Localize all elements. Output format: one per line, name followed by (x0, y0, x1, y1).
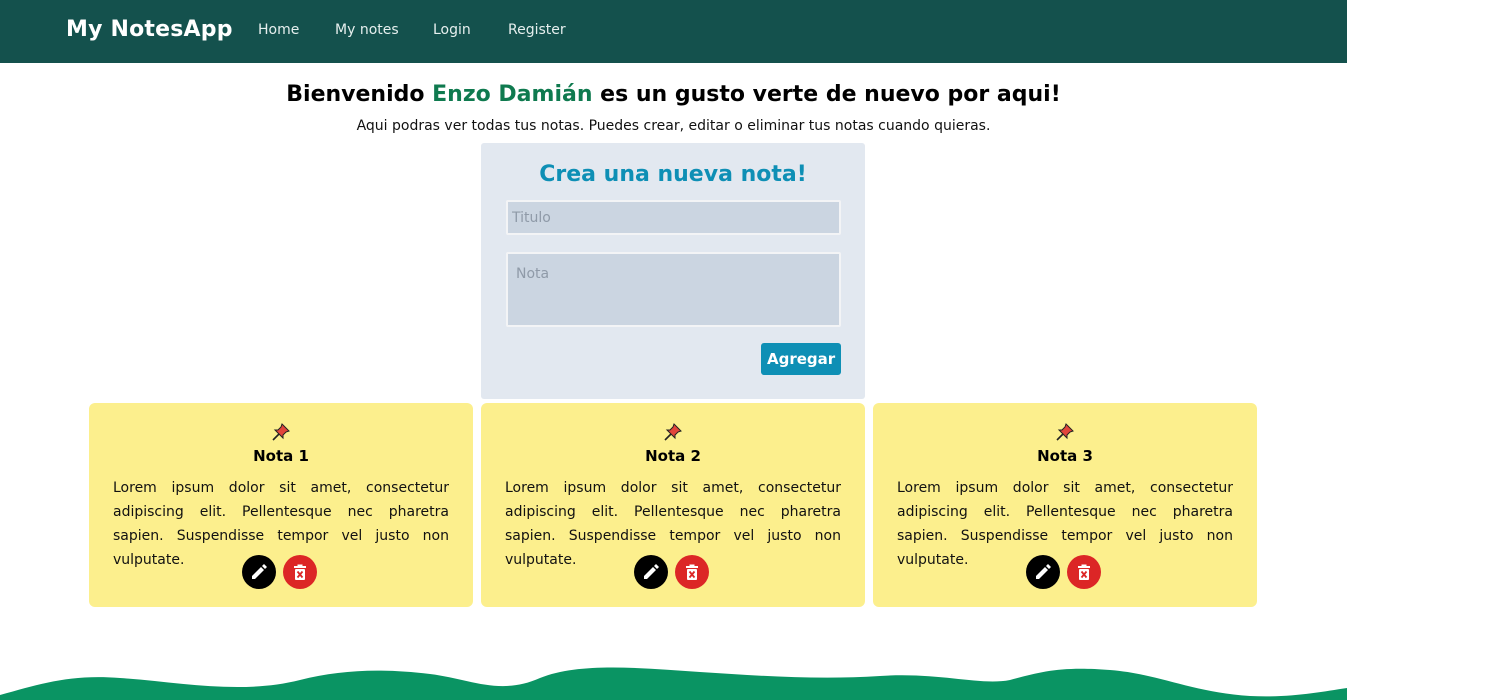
trash-icon (1078, 564, 1090, 580)
trash-icon (686, 564, 698, 580)
note-body-input[interactable] (506, 252, 841, 327)
pushpin-icon (272, 423, 290, 441)
pushpin-icon (664, 423, 682, 441)
note-body: Lorem ipsum dolor sit amet, consectetur … (113, 480, 449, 568)
add-note-button[interactable]: Agregar (761, 343, 841, 375)
note-title: Nota 3 (1037, 447, 1093, 465)
footer-wave (0, 667, 1347, 700)
form-title: Crea una nueva nota! (539, 162, 807, 187)
nav-link-my-notes[interactable]: My notes (335, 22, 399, 38)
delete-note-button[interactable] (1067, 555, 1101, 589)
welcome-subtitle: Aqui podras ver todas tus notas. Puedes … (356, 118, 991, 134)
welcome-prefix: Bienvenido (286, 82, 433, 107)
page: My NotesApp Home My notes Login Register… (0, 0, 1347, 700)
delete-note-button[interactable] (283, 555, 317, 589)
note-title: Nota 1 (253, 447, 309, 465)
edit-note-button[interactable] (242, 555, 276, 589)
delete-note-button[interactable] (675, 555, 709, 589)
edit-note-button[interactable] (1026, 555, 1060, 589)
note-title-input[interactable] (506, 200, 841, 235)
welcome-heading: Bienvenido Enzo Damián es un gusto verte… (0, 82, 1347, 107)
note-body: Lorem ipsum dolor sit amet, consectetur … (897, 480, 1233, 568)
nav-link-login[interactable]: Login (433, 22, 471, 38)
pencil-icon (252, 564, 267, 579)
pushpin-icon (1056, 423, 1074, 441)
note-card: Nota 2 Lorem ipsum dolor sit amet, conse… (481, 403, 865, 607)
pencil-icon (644, 564, 659, 579)
user-name: Enzo Damián (432, 82, 593, 107)
note-card: Nota 3 Lorem ipsum dolor sit amet, conse… (873, 403, 1257, 607)
nav-link-home[interactable]: Home (258, 22, 299, 38)
nav-link-register[interactable]: Register (508, 22, 566, 38)
edit-note-button[interactable] (634, 555, 668, 589)
welcome-suffix: es un gusto verte de nuevo por aqui! (592, 82, 1061, 107)
trash-icon (294, 564, 306, 580)
note-body: Lorem ipsum dolor sit amet, consectetur … (505, 480, 841, 568)
navbar: My NotesApp Home My notes Login Register (0, 0, 1347, 63)
brand-logo[interactable]: My NotesApp (66, 17, 233, 42)
note-title: Nota 2 (645, 447, 701, 465)
note-card: Nota 1 Lorem ipsum dolor sit amet, conse… (89, 403, 473, 607)
pencil-icon (1036, 564, 1051, 579)
